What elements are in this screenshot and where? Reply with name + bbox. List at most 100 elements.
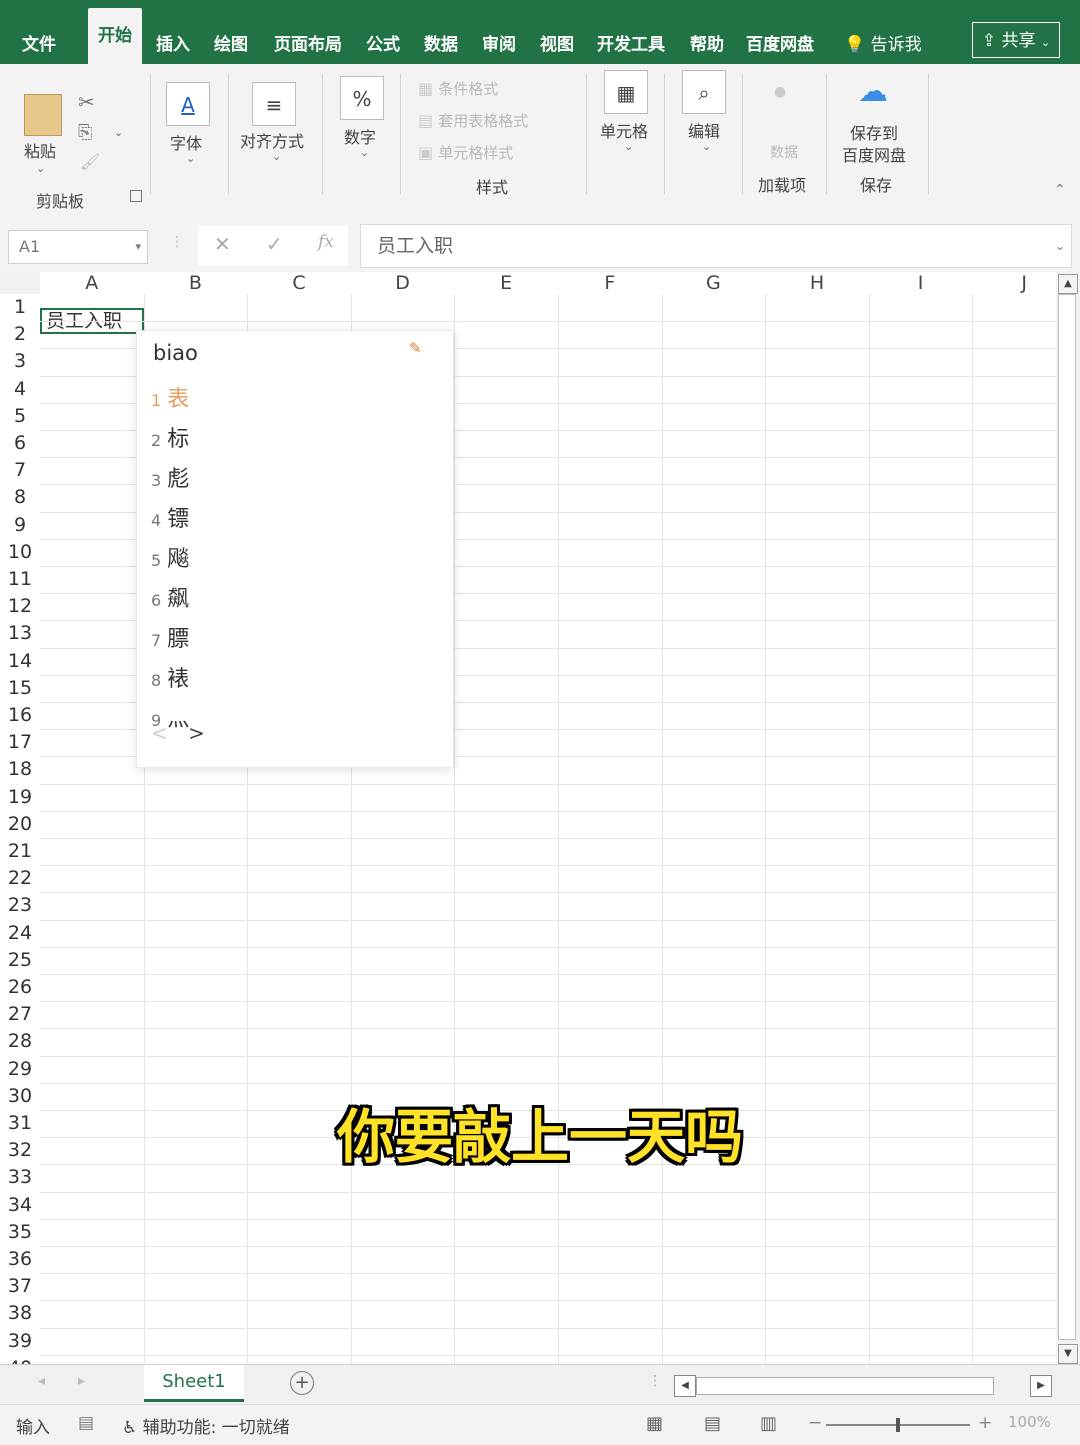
row-header[interactable]: 28 — [0, 1030, 40, 1057]
tab-formulas[interactable]: 公式 — [366, 30, 400, 60]
tell-me-search[interactable]: 💡 告诉我 — [844, 30, 922, 60]
row-header[interactable]: 22 — [0, 867, 40, 894]
tab-review[interactable]: 审阅 — [482, 30, 516, 60]
column-header[interactable]: J — [972, 272, 1056, 294]
save-baidu-button[interactable]: ☁ 保存到 百度网盘 保存 — [828, 64, 928, 204]
column-header[interactable]: E — [454, 272, 558, 294]
format-painter-icon[interactable]: 🖌 — [80, 152, 100, 171]
row-header[interactable]: 8 — [0, 486, 40, 513]
tab-developer[interactable]: 开发工具 — [597, 30, 665, 60]
zoom-level[interactable]: 100% — [1008, 1413, 1051, 1431]
chevron-down-icon[interactable]: ⌄ — [114, 126, 123, 139]
sheet-tab[interactable]: Sheet1 — [144, 1365, 244, 1402]
row-header[interactable]: 12 — [0, 595, 40, 622]
column-header[interactable]: I — [869, 272, 973, 294]
row-header[interactable]: 20 — [0, 813, 40, 840]
row-header[interactable]: 17 — [0, 731, 40, 758]
formula-input[interactable]: 员工入职 ⌄ — [360, 224, 1072, 268]
row-header[interactable]: 24 — [0, 922, 40, 949]
tab-draw[interactable]: 绘图 — [214, 30, 248, 60]
addin-data-button[interactable]: 数据 — [770, 142, 798, 162]
tab-view[interactable]: 视图 — [540, 30, 574, 60]
tab-data[interactable]: 数据 — [424, 30, 458, 60]
page-layout-view-icon[interactable]: ▤ — [704, 1413, 721, 1434]
row-header[interactable]: 25 — [0, 949, 40, 976]
row-header[interactable]: 3 — [0, 350, 40, 377]
accessibility-status[interactable]: ♿ 辅助功能: 一切就绪 — [122, 1413, 290, 1438]
row-header[interactable]: 38 — [0, 1302, 40, 1329]
row-header[interactable]: 10 — [0, 541, 40, 568]
column-header[interactable]: H — [765, 272, 869, 294]
row-header[interactable]: 11 — [0, 568, 40, 595]
ime-candidate[interactable]: 3彪 — [151, 461, 189, 493]
row-header[interactable]: 21 — [0, 840, 40, 867]
page-break-view-icon[interactable]: ▥ — [760, 1413, 777, 1434]
expand-formula-icon[interactable]: ⌄ — [1055, 225, 1065, 267]
splitter-icon[interactable]: ⋮ — [170, 234, 184, 250]
enter-icon[interactable]: ✓ — [266, 232, 283, 256]
cancel-icon[interactable]: ✕ — [214, 232, 231, 256]
ime-candidate[interactable]: 8裱 — [151, 661, 189, 693]
ime-candidate[interactable]: 1表 — [151, 381, 189, 413]
row-header[interactable]: 6 — [0, 432, 40, 459]
number-button[interactable]: % 数字 ⌄ — [324, 64, 400, 204]
alignment-button[interactable]: ≡ 对齐方式 ⌄ — [230, 64, 322, 204]
scroll-up-icon[interactable]: ▲ — [1058, 274, 1078, 294]
zoom-slider-knob[interactable] — [896, 1418, 900, 1432]
row-header[interactable]: 5 — [0, 405, 40, 432]
ime-candidate[interactable]: 2标 — [151, 421, 189, 453]
normal-view-icon[interactable]: ▦ — [646, 1413, 663, 1434]
column-header[interactable]: C — [247, 272, 351, 294]
horizontal-scrollbar[interactable]: ◀ ▶ — [674, 1375, 1052, 1397]
tab-page-layout[interactable]: 页面布局 — [274, 30, 342, 60]
vertical-scrollbar[interactable]: ▲ ▼ — [1056, 272, 1080, 1364]
row-header[interactable]: 16 — [0, 704, 40, 731]
row-header[interactable]: 9 — [0, 514, 40, 541]
ime-candidate[interactable]: 7膘 — [151, 621, 189, 653]
row-header[interactable]: 19 — [0, 786, 40, 813]
row-header[interactable]: 40 — [0, 1357, 40, 1364]
row-header[interactable]: 4 — [0, 378, 40, 405]
tab-help[interactable]: 帮助 — [690, 30, 724, 60]
ime-candidate[interactable]: 6飙 — [151, 581, 189, 613]
zoom-out-icon[interactable]: − — [808, 1413, 822, 1433]
cut-icon[interactable]: ✂ — [78, 90, 95, 114]
column-header[interactable]: D — [351, 272, 455, 294]
row-header[interactable]: 39 — [0, 1330, 40, 1357]
ime-candidate[interactable]: 9灬 — [151, 701, 189, 733]
row-header[interactable]: 2 — [0, 323, 40, 350]
row-header[interactable]: 23 — [0, 894, 40, 921]
cell-styles-button[interactable]: ▣ 单元格样式 — [418, 142, 513, 163]
horizontal-scroll-thumb[interactable] — [696, 1377, 994, 1395]
column-header[interactable]: F — [558, 272, 662, 294]
row-header[interactable]: 14 — [0, 650, 40, 677]
row-header[interactable]: 29 — [0, 1058, 40, 1085]
collapse-ribbon-icon[interactable]: ⌃ — [1054, 182, 1066, 198]
row-header[interactable]: 15 — [0, 677, 40, 704]
row-header[interactable]: 35 — [0, 1221, 40, 1248]
row-header[interactable]: 13 — [0, 622, 40, 649]
scroll-down-icon[interactable]: ▼ — [1058, 1344, 1078, 1364]
scroll-left-icon[interactable]: ◀ — [674, 1375, 696, 1397]
macro-record-icon[interactable]: ▤ — [78, 1413, 94, 1433]
column-header[interactable]: G — [662, 272, 766, 294]
zoom-in-icon[interactable]: + — [978, 1413, 992, 1433]
chevron-down-icon[interactable]: ▾ — [135, 231, 141, 263]
row-header[interactable]: 27 — [0, 1003, 40, 1030]
tab-file[interactable]: 文件 — [22, 30, 56, 60]
font-button[interactable]: A 字体 ⌄ — [152, 64, 228, 204]
next-sheet-icon[interactable]: ▸ — [78, 1373, 85, 1389]
insert-function-icon[interactable]: fx — [318, 232, 334, 252]
name-box[interactable]: A1 ▾ — [8, 230, 148, 264]
select-all-corner[interactable] — [0, 272, 40, 294]
cells-button[interactable]: ▦ 单元格 ⌄ — [588, 64, 664, 204]
share-button[interactable]: ⇪ 共享 ⌄ — [972, 22, 1060, 58]
prev-sheet-icon[interactable]: ◂ — [38, 1373, 45, 1389]
row-header[interactable]: 34 — [0, 1194, 40, 1221]
tab-home[interactable]: 开始 — [88, 8, 142, 64]
column-header[interactable]: A — [40, 272, 144, 294]
tab-baidu[interactable]: 百度网盘 — [746, 30, 814, 60]
ime-next-page-icon[interactable]: > — [188, 721, 205, 745]
copy-icon[interactable]: ⎘ — [78, 122, 92, 143]
row-header[interactable]: 37 — [0, 1275, 40, 1302]
